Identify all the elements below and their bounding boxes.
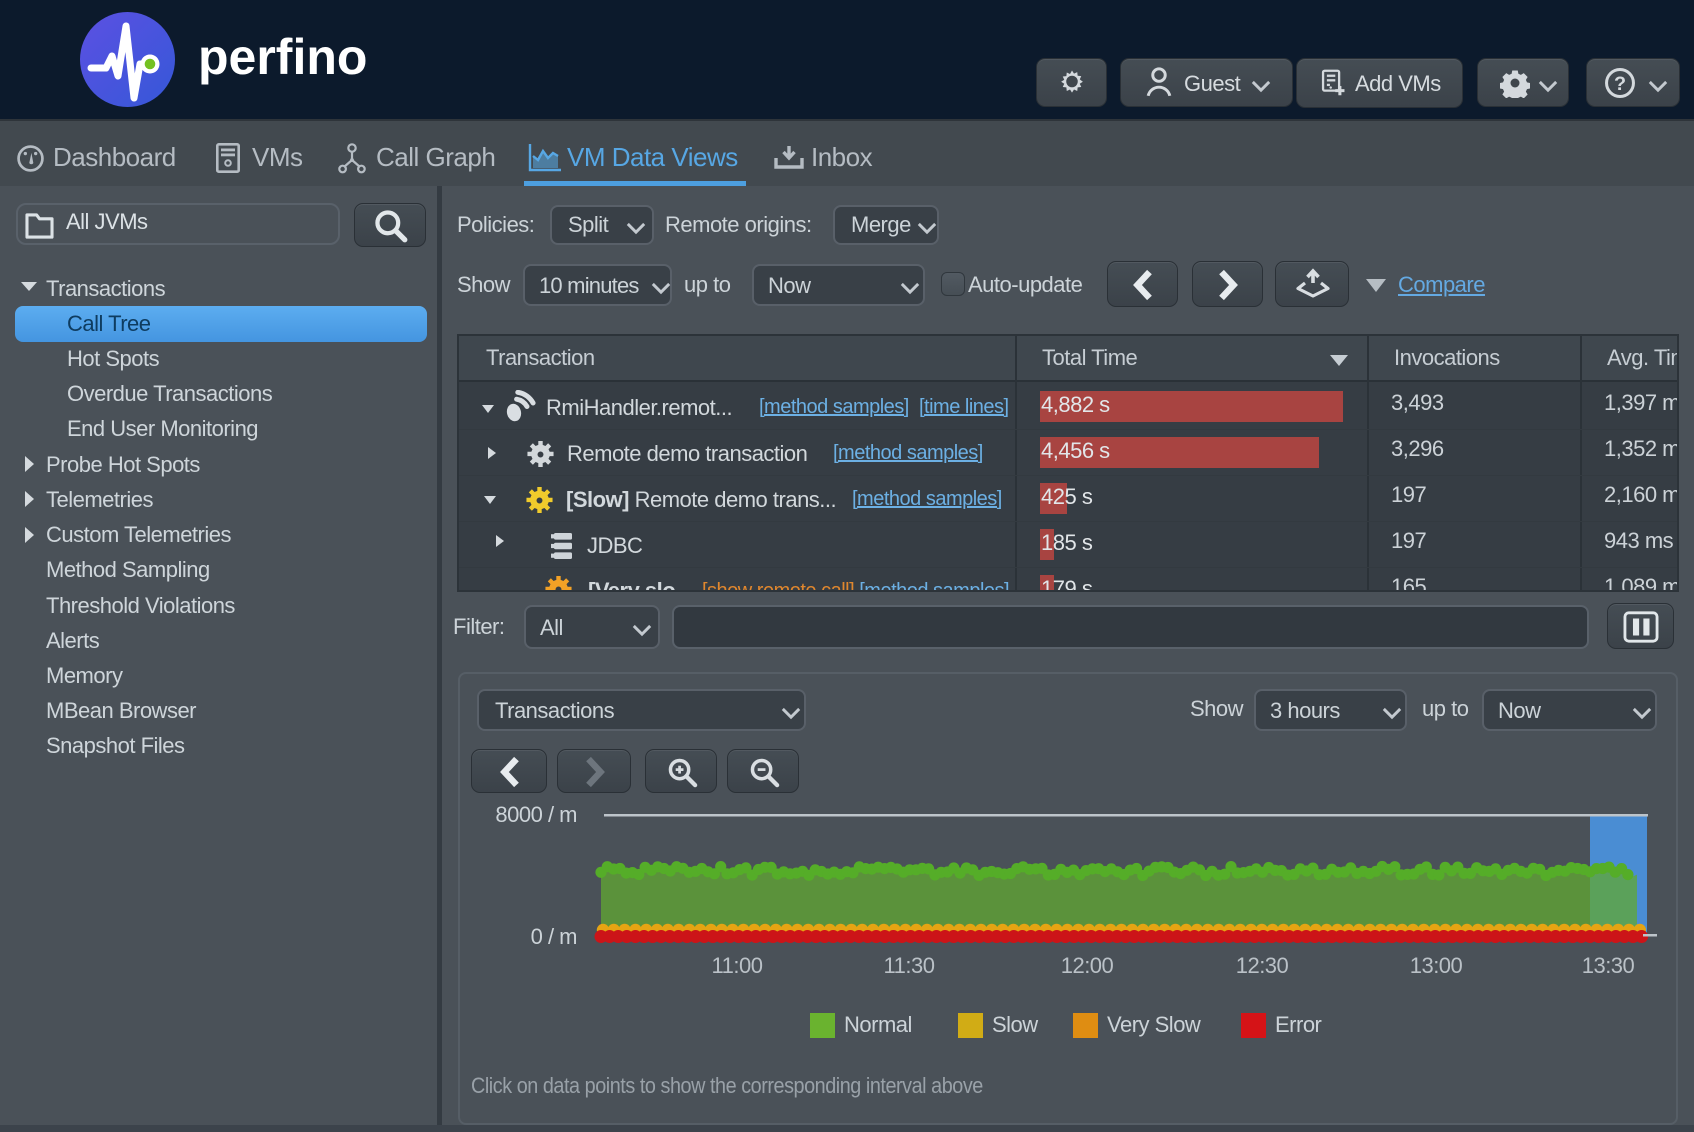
svg-text:?: ?: [1614, 73, 1626, 95]
